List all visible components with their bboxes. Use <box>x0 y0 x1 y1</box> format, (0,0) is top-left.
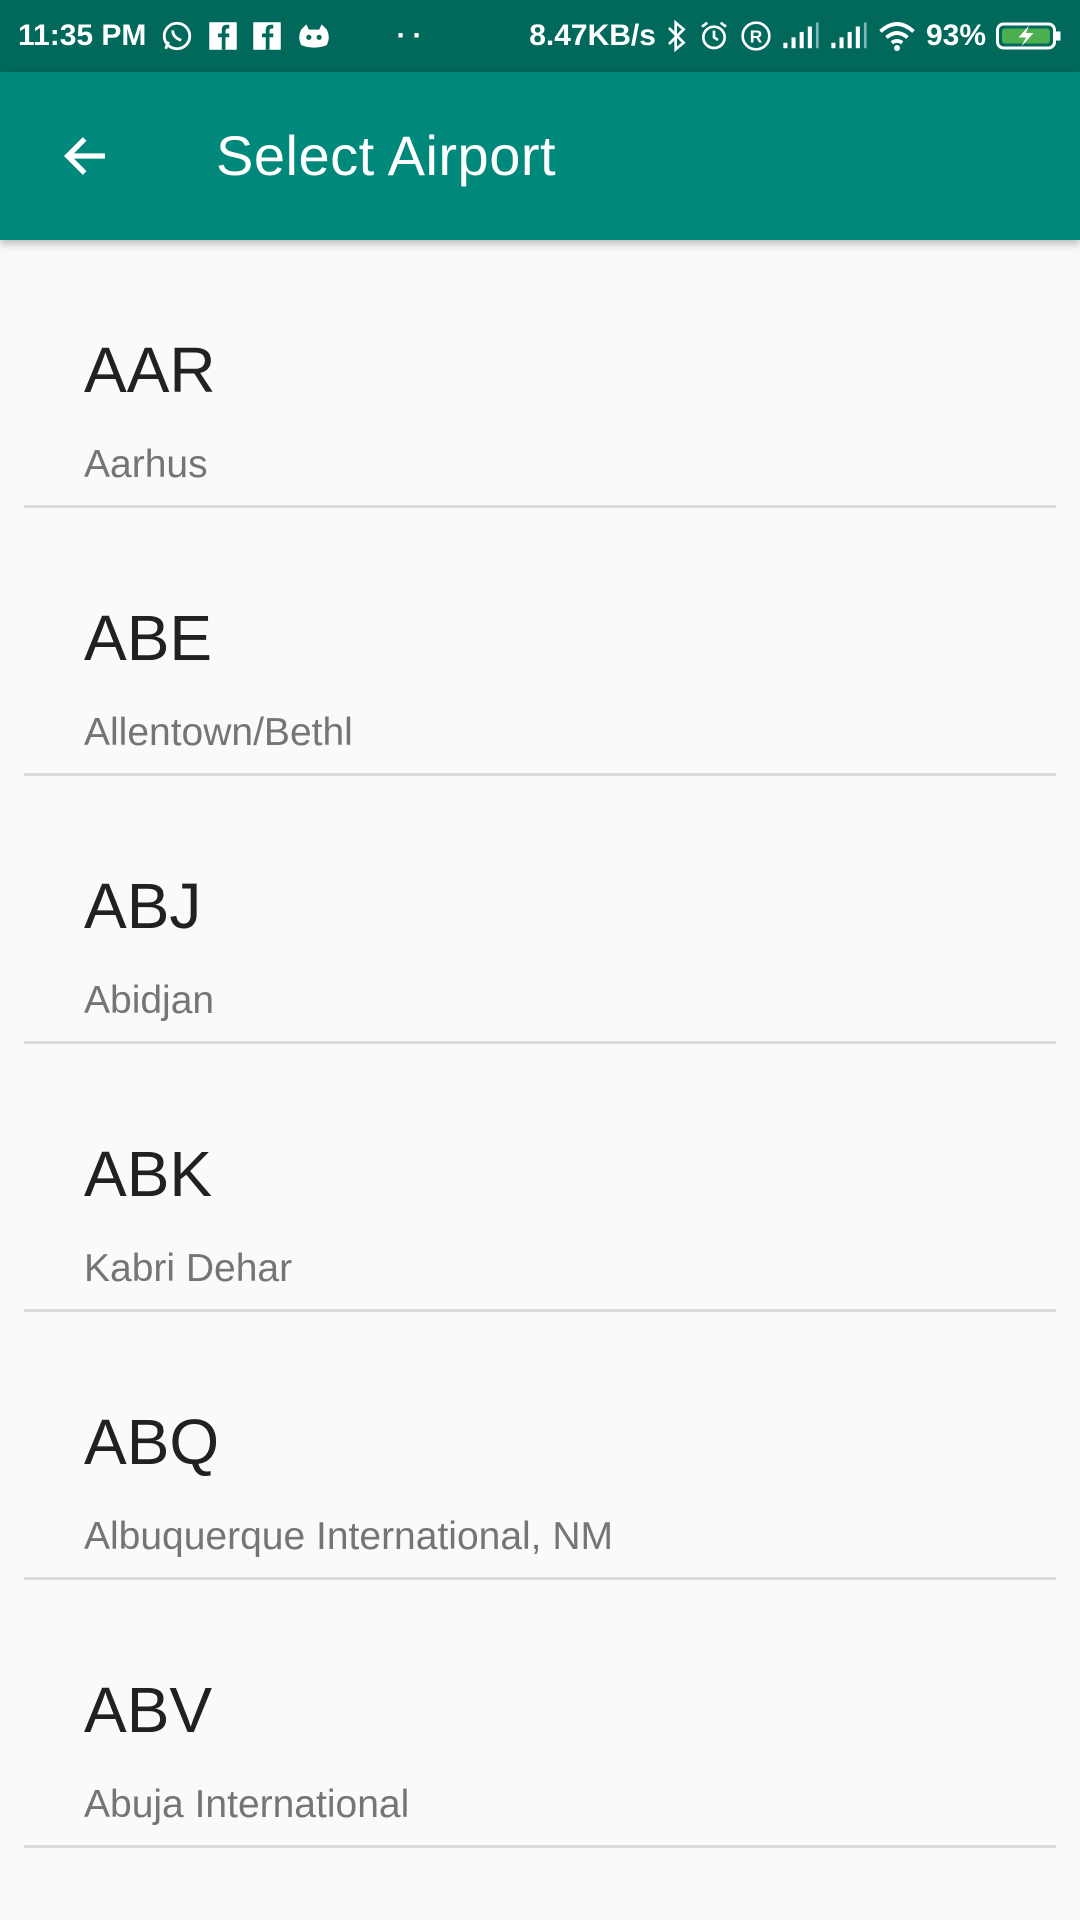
svg-text:R: R <box>750 27 763 47</box>
airport-city: Albuquerque International, NM <box>84 1515 613 1558</box>
airport-city: Abuja International <box>84 1783 410 1826</box>
airport-list-item[interactable]: AAR Aarhus <box>0 240 1080 508</box>
bluetooth-icon <box>666 20 688 52</box>
registered-icon: R <box>740 20 772 52</box>
battery-percent: 93% <box>925 19 986 52</box>
status-bar: 11:35 PM ·· 8.47KB/s R 93% <box>0 0 1080 72</box>
airport-city: Kabri Dehar <box>84 1247 293 1290</box>
airport-code: ABE <box>84 602 213 674</box>
back-button[interactable] <box>40 116 130 196</box>
app-bar: Select Airport <box>0 72 1080 240</box>
more-dots-icon: ·· <box>396 19 429 52</box>
airport-list: AAR Aarhus ABE Allentown/Bethl ABJ Abidj… <box>0 240 1080 1848</box>
airport-city: Allentown/Bethl <box>84 711 353 754</box>
airport-code: ABJ <box>84 870 202 942</box>
airport-list-item[interactable]: ABV Abuja International <box>0 1580 1080 1848</box>
airport-city: Abidjan <box>84 979 215 1022</box>
signal-icon <box>830 22 868 50</box>
airport-code: ABQ <box>84 1406 220 1478</box>
airport-list-item[interactable]: ABK Kabri Dehar <box>0 1044 1080 1312</box>
airport-list-item[interactable]: ABQ Albuquerque International, NM <box>0 1312 1080 1580</box>
facebook-icon <box>208 21 238 51</box>
facebook-icon <box>252 21 282 51</box>
airport-code: ABV <box>84 1674 213 1746</box>
arrow-back-icon <box>59 130 111 182</box>
airport-list-item[interactable]: ABJ Abidjan <box>0 776 1080 1044</box>
status-bar-right: 8.47KB/s R 93% <box>529 0 1062 72</box>
page-title: Select Airport <box>216 124 557 187</box>
alarm-icon <box>698 20 730 52</box>
status-time: 11:35 PM <box>18 19 147 52</box>
network-speed: 8.47KB/s <box>529 19 656 52</box>
wifi-icon <box>878 21 916 51</box>
airport-code: AAR <box>84 334 216 406</box>
airport-list-item[interactable]: ABE Allentown/Bethl <box>0 508 1080 776</box>
status-bar-left: 11:35 PM ·· <box>18 0 428 72</box>
signal-icon <box>782 22 820 50</box>
airport-code: ABK <box>84 1138 213 1210</box>
divider <box>24 1845 1056 1848</box>
battery-charging-icon <box>996 21 1062 51</box>
airport-city: Aarhus <box>84 443 208 486</box>
game-controller-icon <box>296 21 332 51</box>
whatsapp-icon <box>160 19 194 53</box>
